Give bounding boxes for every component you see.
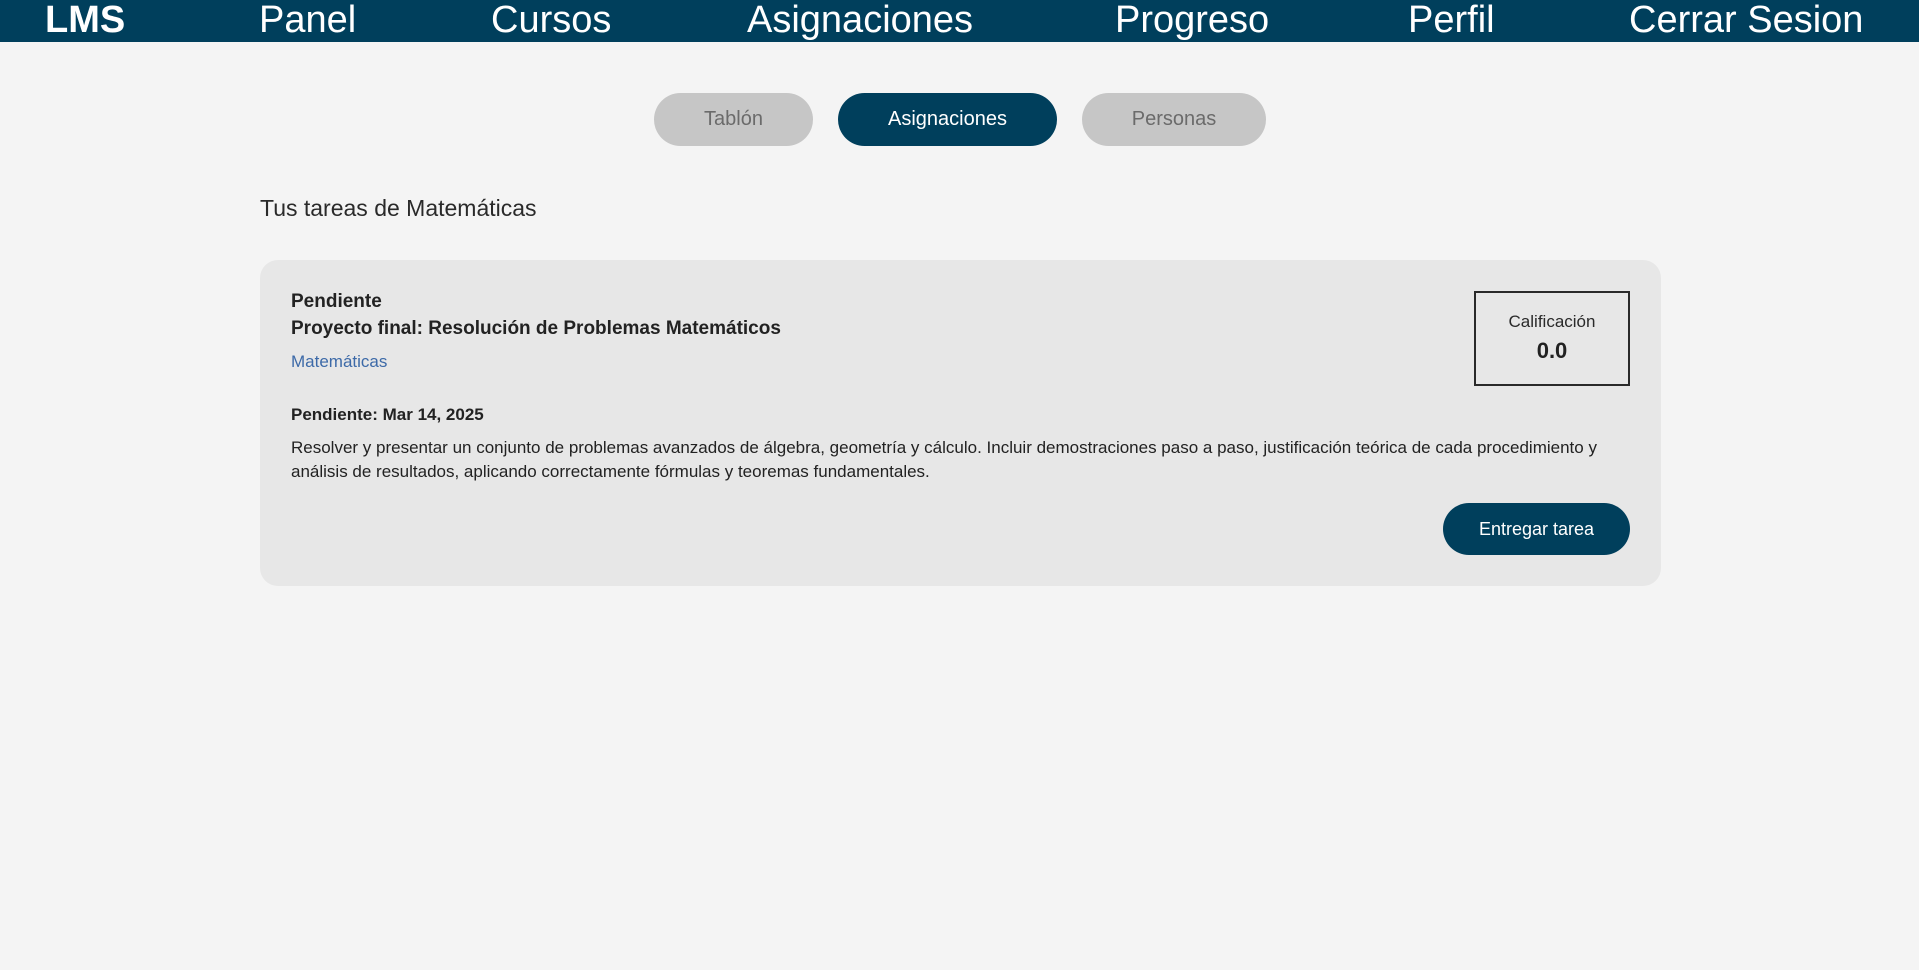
assignment-status: Pendiente	[291, 291, 382, 312]
tab-personas[interactable]: Personas	[1082, 93, 1266, 146]
grade-label: Calificación	[1508, 312, 1596, 331]
assignment-title: Proyecto final: Resolución de Problemas …	[291, 318, 781, 339]
assignment-course-link[interactable]: Matemáticas	[291, 352, 387, 372]
assignment-description: Resolver y presentar un conjunto de prob…	[291, 438, 1597, 481]
assignment-due-date: Pendiente: Mar 14, 2025	[291, 405, 484, 424]
top-navigation-bar: LMS Panel Cursos Asignaciones Progreso P…	[0, 0, 1919, 42]
nav-item-progreso[interactable]: Progreso	[1115, 0, 1269, 42]
course-tabs: Tablón Asignaciones Personas	[0, 93, 1919, 146]
nav-item-perfil[interactable]: Perfil	[1408, 0, 1495, 42]
nav-item-cursos[interactable]: Cursos	[491, 0, 611, 42]
grade-value: 0.0	[1536, 338, 1568, 363]
grade-box: Calificación 0.0	[1474, 291, 1630, 386]
nav-item-cerrar-sesion[interactable]: Cerrar Sesion	[1629, 0, 1863, 42]
nav-item-panel[interactable]: Panel	[259, 0, 356, 42]
section-title: Tus tareas de Matemáticas	[260, 195, 537, 221]
assignment-card: Pendiente Proyecto final: Resolución de …	[260, 260, 1661, 586]
submit-assignment-button[interactable]: Entregar tarea	[1443, 503, 1630, 555]
tab-asignaciones[interactable]: Asignaciones	[838, 93, 1057, 146]
tab-tablon[interactable]: Tablón	[654, 93, 813, 146]
brand-logo[interactable]: LMS	[45, 0, 125, 42]
nav-item-asignaciones[interactable]: Asignaciones	[747, 0, 973, 42]
